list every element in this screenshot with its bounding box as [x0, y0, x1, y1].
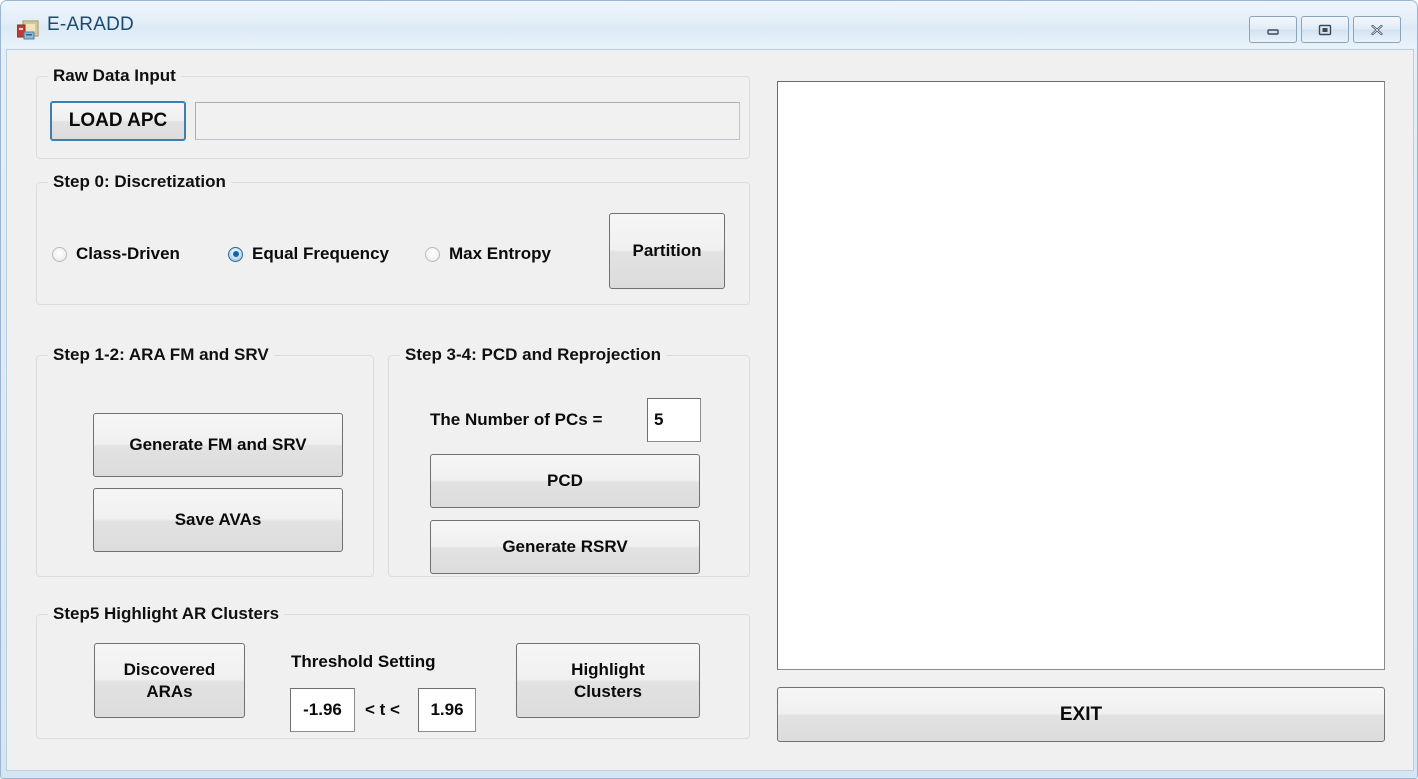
group-step5-highlight-ar-clusters: Step5 Highlight AR Clusters Discovered A…	[36, 604, 750, 739]
discovered-aras-button[interactable]: Discovered ARAs	[94, 643, 245, 718]
discovered-aras-line2: ARAs	[146, 681, 193, 701]
pcs-count-label: The Number of PCs =	[430, 410, 603, 429]
partition-button[interactable]: Partition	[609, 213, 725, 289]
radio-max-entropy-label: Max Entropy	[449, 244, 552, 263]
highlight-clusters-line1: Highlight	[571, 660, 645, 680]
pcs-count-field[interactable]: 5	[647, 398, 701, 442]
radio-dot-icon	[228, 246, 243, 262]
save-avas-button[interactable]: Save AVAs	[93, 488, 343, 552]
title-bar: E-ARADD	[1, 1, 1417, 48]
group-step12-legend: Step 1-2: ARA FM and SRV	[48, 345, 274, 365]
radio-equal-frequency-label: Equal Frequency	[252, 244, 389, 263]
close-button[interactable]	[1353, 16, 1401, 43]
minimize-button[interactable]	[1249, 16, 1297, 43]
group-step34-legend: Step 3-4: PCD and Reprojection	[400, 345, 666, 365]
radio-class-driven[interactable]: Class-Driven	[52, 244, 180, 264]
radio-equal-frequency[interactable]: Equal Frequency	[228, 244, 389, 264]
group-step12-ara-fm-srv: Step 1-2: ARA FM and SRV Generate FM and…	[36, 345, 374, 577]
pcd-button[interactable]: PCD	[430, 454, 700, 508]
generate-fm-srv-button[interactable]: Generate FM and SRV	[93, 413, 343, 477]
group-step5-legend: Step5 Highlight AR Clusters	[48, 604, 285, 624]
group-raw-data-input: Raw Data Input LOAD APC	[36, 66, 750, 159]
threshold-setting-label: Threshold Setting	[291, 652, 436, 671]
output-text-panel[interactable]	[777, 81, 1385, 670]
highlight-clusters-button[interactable]: Highlight Clusters	[516, 643, 700, 718]
discovered-aras-line1: Discovered	[123, 660, 216, 680]
maximize-button[interactable]	[1301, 16, 1349, 43]
group-step0-discretization: Step 0: Discretization Class-Driven Equa…	[36, 172, 750, 305]
group-step0-legend: Step 0: Discretization	[48, 172, 231, 192]
group-step34-pcd-reprojection: Step 3-4: PCD and Reprojection The Numbe…	[388, 345, 750, 577]
threshold-low-field[interactable]: -1.96	[290, 688, 355, 732]
highlight-clusters-line2: Clusters	[573, 681, 643, 701]
radio-dot-icon	[52, 246, 67, 262]
minimize-icon	[1267, 28, 1279, 35]
generate-rsrv-button[interactable]: Generate RSRV	[430, 520, 700, 574]
close-icon	[1371, 24, 1383, 35]
form-designer-icon	[16, 20, 39, 40]
threshold-operator-label: < t <	[365, 700, 400, 719]
radio-dot-icon	[425, 246, 440, 262]
threshold-high-field[interactable]: 1.96	[418, 688, 476, 732]
load-apc-button[interactable]: LOAD APC	[50, 101, 186, 141]
application-window: E-ARADD Raw Data Input LOAD APC Step 0: …	[0, 0, 1418, 779]
group-raw-data-input-legend: Raw Data Input	[48, 66, 181, 86]
exit-button[interactable]: EXIT	[777, 687, 1385, 742]
maximize-icon	[1318, 24, 1332, 35]
radio-max-entropy[interactable]: Max Entropy	[425, 244, 551, 264]
radio-class-driven-label: Class-Driven	[76, 244, 180, 263]
client-area: Raw Data Input LOAD APC Step 0: Discreti…	[6, 49, 1414, 771]
apc-path-field[interactable]	[195, 102, 740, 140]
window-title: E-ARADD	[47, 14, 134, 35]
